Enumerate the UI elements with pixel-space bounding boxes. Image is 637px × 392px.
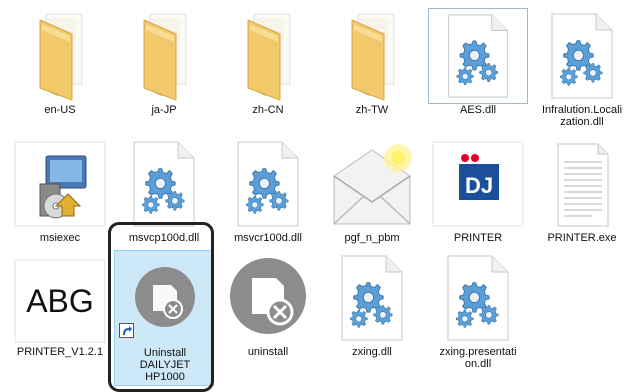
file-label: zxing.dll (352, 346, 392, 358)
file-label: ja-JP (151, 104, 177, 116)
file-item[interactable]: AES.dll (428, 8, 528, 136)
folder-icon (247, 13, 291, 101)
file-label: Infralution.Locali zation.dll (541, 104, 623, 128)
file-label: zh-TW (355, 104, 389, 116)
file-item[interactable]: pgf_n_pbm (322, 136, 422, 264)
folder-icon (143, 13, 187, 101)
file-item[interactable]: zxing.presentati on.dll (428, 250, 528, 378)
file-label: PRINTER.exe (547, 232, 617, 244)
file-item[interactable]: msiexec (10, 136, 110, 264)
file-label: en-US (44, 104, 76, 116)
dll-gear-icon (532, 8, 632, 104)
file-item[interactable]: PRINTER.exe (532, 136, 632, 264)
file-label: msvcr100d.dll (234, 232, 302, 244)
file-item[interactable]: Infralution.Locali zation.dll (532, 8, 632, 136)
dll-gear-icon (428, 250, 528, 346)
font-file-icon: ABG (14, 259, 106, 343)
file-item[interactable]: zh-CN (218, 8, 318, 136)
file-label: pgf_n_pbm (344, 232, 400, 244)
shortcut-arrow-icon (119, 323, 134, 338)
font-preview-text: ABG (26, 283, 94, 319)
file-item[interactable]: en-US (10, 8, 110, 136)
file-label: PRINTER (453, 232, 503, 244)
file-label: zh-CN (252, 104, 284, 116)
file-item[interactable]: uninstall (218, 250, 318, 378)
dj-logo-text: DJ (465, 173, 493, 198)
folder-icon (39, 13, 83, 101)
uninstall-icon (230, 258, 306, 334)
dll-gear-icon (114, 136, 214, 232)
file-item[interactable]: msvcp100d.dll (114, 136, 214, 264)
file-label: msiexec (39, 232, 81, 244)
dll-gear-icon (428, 8, 528, 104)
file-item[interactable]: ABG PRINTER_V1.2.1 (10, 250, 110, 378)
dll-gear-icon (322, 250, 422, 346)
file-item[interactable]: zxing.dll (322, 250, 422, 378)
file-label: zxing.presentati on.dll (439, 346, 517, 370)
file-item[interactable]: ja-JP (114, 8, 214, 136)
installer-icon (14, 141, 106, 227)
dll-gear-icon (218, 136, 318, 232)
file-label: uninstall (247, 346, 289, 358)
folder-icon (351, 13, 395, 101)
dj-app-icon: DJ (432, 141, 524, 227)
file-label: AES.dll (459, 104, 497, 116)
file-item[interactable]: msvcr100d.dll (218, 136, 318, 264)
file-label: msvcp100d.dll (128, 232, 200, 244)
mail-envelope-icon (333, 144, 412, 225)
text-document-icon (557, 143, 609, 227)
file-label: PRINTER_V1.2.1 (16, 346, 104, 358)
file-item-selected[interactable]: Uninstall DAILYJET HP1000 (114, 250, 214, 386)
file-item[interactable]: DJ PRINTER (428, 136, 528, 264)
file-item[interactable]: zh-TW (322, 8, 422, 136)
file-label: Uninstall DAILYJET HP1000 (139, 347, 191, 383)
